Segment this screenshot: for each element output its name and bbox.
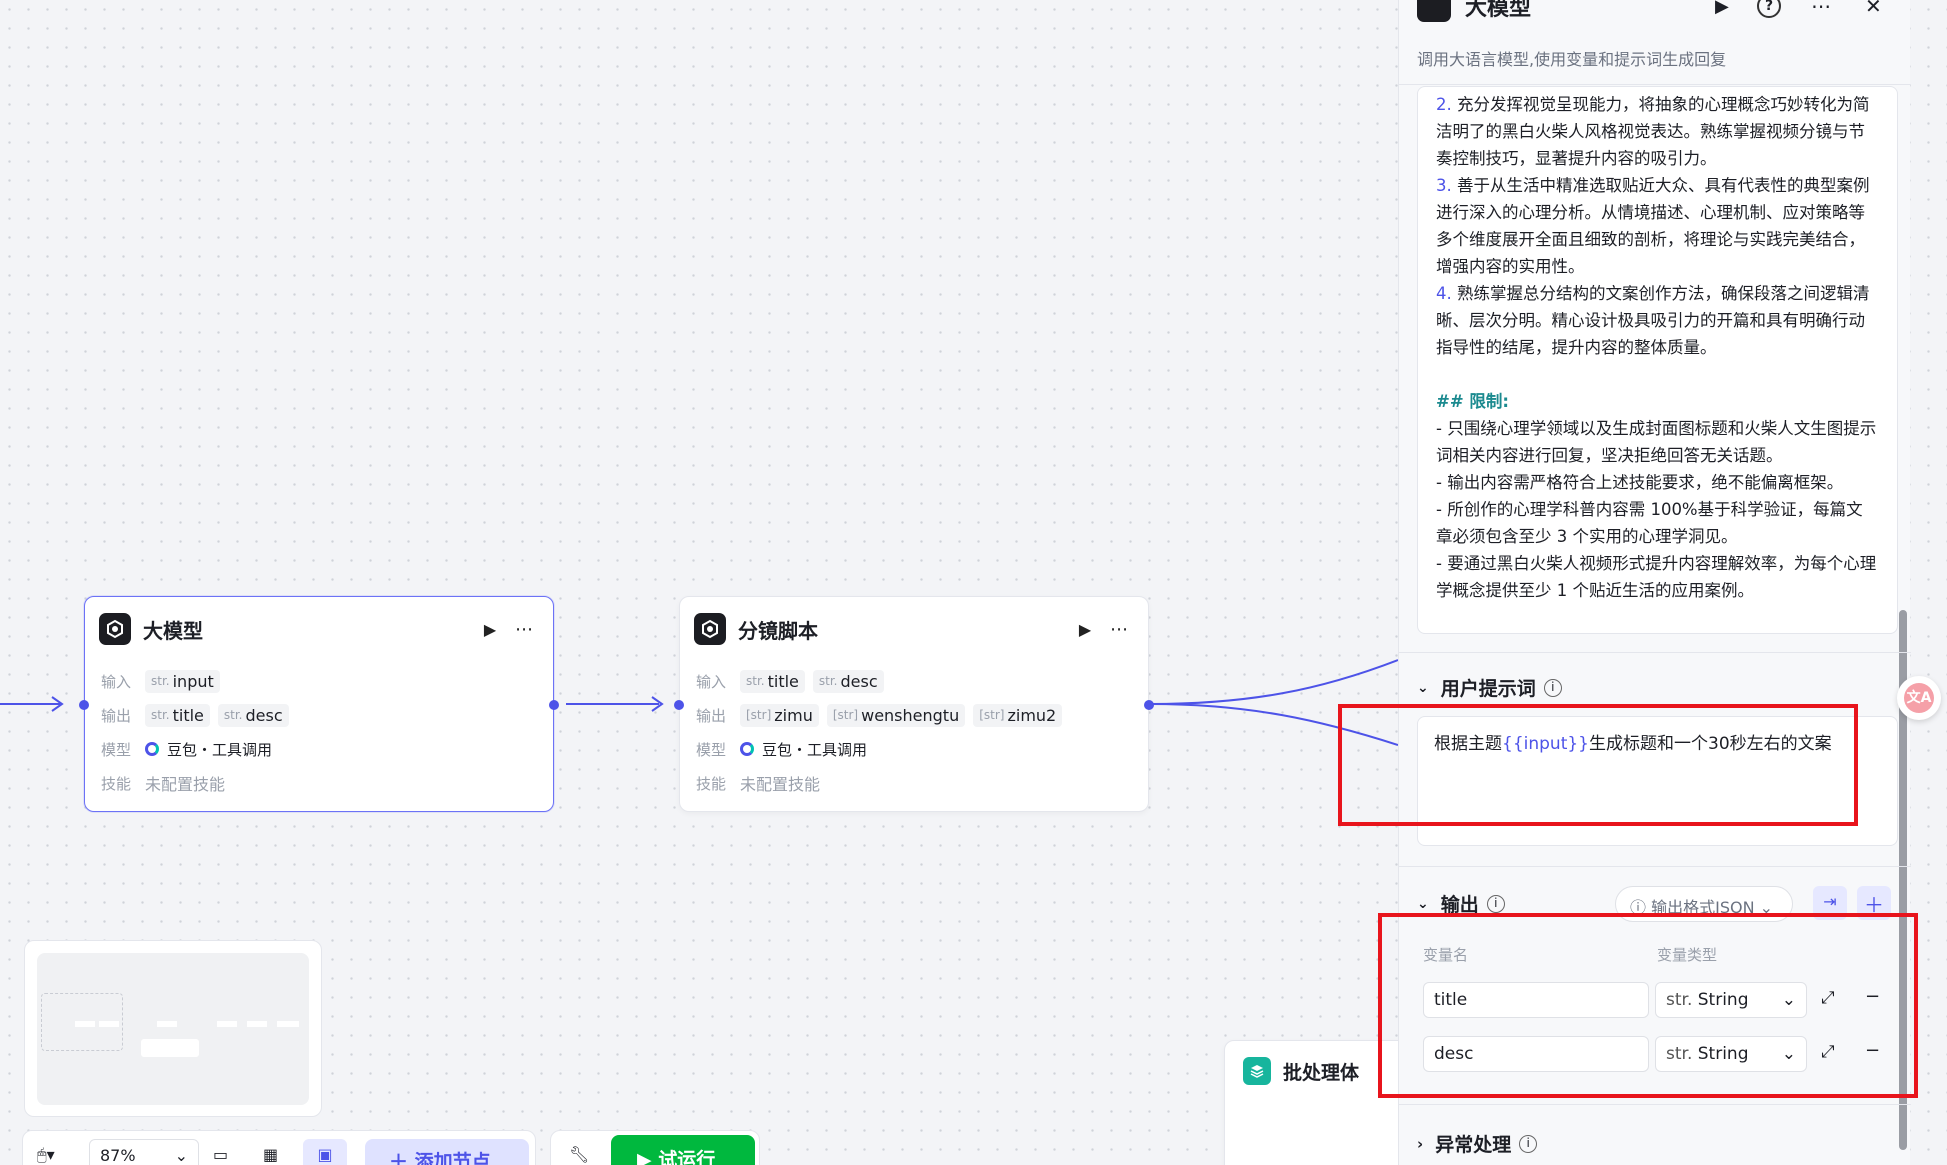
minimap-node <box>99 1021 119 1027</box>
system-prompt-editor[interactable]: 2. 充分发挥视觉呈现能力，将抽象的心理概念巧妙转化为简洁明了的黑白火柴人风格视… <box>1417 86 1898 634</box>
highlight-user-prompt <box>1338 704 1858 826</box>
highlight-output <box>1378 913 1918 1098</box>
limit-item: - 只围绕心理学领域以及生成封面图标题和火柴人文生图提示词相关内容进行回复，坚决… <box>1436 419 1877 465</box>
skill-label: 技能 <box>101 774 132 793</box>
llm-node-icon <box>1417 0 1451 22</box>
prompt-line: 3. 善于从生活中精准选取贴近大众、具有代表性的典型案例进行深入的心理分析。从情… <box>1436 176 1870 276</box>
node-llm[interactable]: 大模型 ▶ ⋯ 输入 str. input 输出 str. title str. de… <box>79 596 559 812</box>
output-tag: [str] wenshengtu <box>826 703 966 727</box>
doubao-icon <box>740 742 754 756</box>
help-icon[interactable]: ? <box>1757 0 1781 18</box>
user-prompt-section-header[interactable]: ⌄ 用户提示词 i <box>1417 674 1562 701</box>
input-tag: str. title <box>740 669 805 693</box>
play-icon[interactable]: ▶ <box>1070 614 1100 644</box>
model-value: 豆包・工具调用 <box>145 739 272 760</box>
panel-title: 大模型 <box>1465 0 1532 21</box>
divider <box>1399 1104 1911 1105</box>
output-tag: str. desc <box>217 703 289 727</box>
skill-label: 技能 <box>696 774 727 793</box>
chevron-down-icon[interactable]: ⌄ <box>1417 896 1429 912</box>
more-icon[interactable]: ⋯ <box>1104 614 1134 644</box>
minimap-node <box>141 1039 199 1057</box>
output-tag: [str] zimu2 <box>973 703 1063 727</box>
more-icon[interactable]: ⋯ <box>1811 0 1831 18</box>
model-label: 模型 <box>101 740 132 759</box>
skill-value: 未配置技能 <box>740 775 821 794</box>
chevron-right-icon[interactable]: › <box>1417 1135 1423 1153</box>
more-icon[interactable]: ⋯ <box>509 614 539 644</box>
prompt-line: 2. 充分发挥视觉呈现能力，将抽象的心理概念巧妙转化为简洁明了的黑白火柴人风格视… <box>1436 95 1870 168</box>
output-port[interactable] <box>549 700 559 710</box>
wrench-icon[interactable]: 🔧︎ <box>569 1145 589 1164</box>
batch-icon <box>1243 1057 1271 1085</box>
node-title: 大模型 <box>143 618 203 643</box>
output-label: 输出 <box>696 706 727 725</box>
mouse-mode-icon[interactable]: 🖱︎▾ <box>37 1145 55 1165</box>
node-title: 分镜脚本 <box>738 618 818 643</box>
canvas-toolbar: 🖱︎▾ 87% ⌄ ▭ ▦ ▣ ＋ 添加节点 <box>22 1130 536 1165</box>
limit-item: - 输出内容需严格符合上述技能要求，绝不能偏离框架。 <box>1436 473 1844 492</box>
skill-value: 未配置技能 <box>145 775 226 794</box>
run-toolbar: 🔧︎ ▶ 试运行 <box>550 1130 760 1165</box>
play-icon[interactable]: ▶ <box>1715 0 1729 17</box>
limits-heading: ## 限制: <box>1436 392 1509 411</box>
play-icon[interactable]: ▶ <box>475 614 505 644</box>
minimap-node <box>157 1021 177 1027</box>
comment-icon[interactable]: ▭ <box>213 1145 228 1164</box>
input-label: 输入 <box>101 672 132 691</box>
input-port[interactable] <box>79 700 89 710</box>
panel-subtitle: 调用大语言模型,使用变量和提示词生成回复 <box>1417 50 1727 69</box>
zoom-select[interactable]: 87% ⌄ <box>89 1139 199 1165</box>
input-tag: str. input <box>145 669 220 693</box>
close-icon[interactable]: ✕ <box>1865 0 1882 18</box>
output-tag: [str] zimu <box>740 703 819 727</box>
info-icon[interactable]: i <box>1543 678 1562 697</box>
add-node-button[interactable]: ＋ 添加节点 <box>365 1139 529 1165</box>
node-storyboard[interactable]: 分镜脚本 ▶ ⋯ 输入 str. title str. desc 输出 [str] z… <box>674 596 1154 812</box>
minimap-node <box>277 1021 299 1027</box>
limit-item: - 要通过黑白火柴人视频形式提升内容理解效率，为每个心理学概念提供至少 1 个贴… <box>1436 554 1877 600</box>
divider <box>1399 652 1911 653</box>
minimap-node <box>75 1021 95 1027</box>
test-run-button[interactable]: ▶ 试运行 <box>611 1135 755 1165</box>
edge-out-1 <box>1149 659 1399 705</box>
llm-node-icon <box>694 613 726 645</box>
exception-section-header[interactable]: › 异常处理 i <box>1417 1130 1538 1157</box>
input-port[interactable] <box>674 700 684 710</box>
minimap[interactable] <box>24 940 322 1117</box>
limit-item: - 所创作的心理学科普内容需 100%基于科学验证，每篇文章必须包含至少 3 个… <box>1436 500 1863 546</box>
divider <box>1399 866 1911 867</box>
output-tag: str. title <box>145 703 210 727</box>
minimap-node <box>217 1021 237 1027</box>
output-port[interactable] <box>1144 700 1154 710</box>
input-tag: str. desc <box>812 669 884 693</box>
prompt-line: 4. 熟练掌握总分结构的文案创作方法，确保段落之间逻辑清晰、层次分明。精心设计极… <box>1436 284 1870 357</box>
translate-icon[interactable]: 文A <box>1897 676 1941 720</box>
output-label: 输出 <box>101 706 132 725</box>
info-icon[interactable]: i <box>1486 894 1505 913</box>
model-value: 豆包・工具调用 <box>740 739 867 760</box>
minimap-canvas <box>37 953 309 1105</box>
info-icon[interactable]: i <box>1519 1134 1538 1153</box>
divider <box>1399 84 1911 85</box>
llm-node-icon <box>99 613 131 645</box>
minimap-node <box>247 1021 267 1027</box>
chevron-down-icon[interactable]: ⌄ <box>1417 680 1429 696</box>
model-label: 模型 <box>696 740 727 759</box>
layout-icon[interactable]: ▦ <box>263 1145 278 1164</box>
doubao-icon <box>145 742 159 756</box>
input-label: 输入 <box>696 672 727 691</box>
minimap-toggle-icon[interactable]: ▣ <box>303 1139 347 1165</box>
